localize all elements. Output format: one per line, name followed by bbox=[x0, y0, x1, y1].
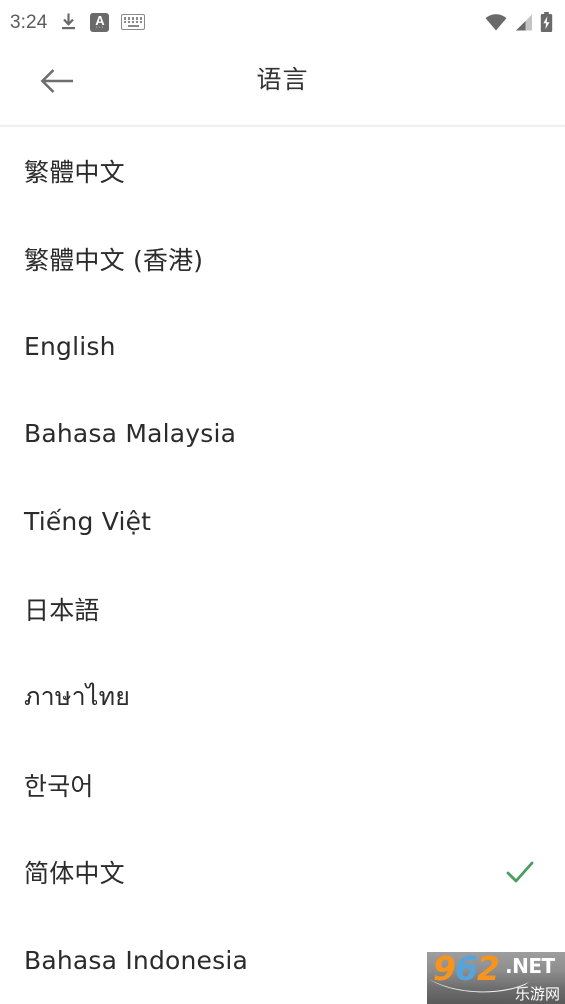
keyboard-row bbox=[124, 17, 143, 20]
list-item-label: ภาษาไทย bbox=[24, 681, 131, 711]
list-item-label: 简体中文 bbox=[24, 859, 125, 889]
keyboard-row bbox=[124, 20, 143, 24]
list-item[interactable]: Bahasa Indonesia bbox=[0, 916, 565, 1004]
phone-screen: 3:24 A ··· 语言 繁體中文 繁體中文 (香港) English Bah… bbox=[0, 0, 565, 1004]
list-item[interactable]: 日本語 bbox=[0, 565, 565, 653]
list-item-label: Tiếng Việt bbox=[24, 507, 152, 537]
list-item[interactable]: Tiếng Việt bbox=[0, 478, 565, 566]
list-item-label: Bahasa Indonesia bbox=[24, 945, 249, 975]
ime-a-icon: A ··· bbox=[90, 12, 110, 32]
keyboard-spacebar bbox=[127, 24, 139, 27]
download-icon bbox=[62, 13, 76, 30]
status-bar-clock: 3:24 bbox=[10, 11, 48, 33]
list-item-label: 繁體中文 bbox=[24, 157, 125, 187]
list-item-label: 한국어 bbox=[24, 771, 94, 801]
language-list[interactable]: 繁體中文 繁體中文 (香港) English Bahasa Malaysia T bbox=[0, 127, 565, 1004]
list-item[interactable]: 한국어 bbox=[0, 741, 565, 829]
list-item-label: 日本語 bbox=[24, 596, 100, 626]
list-item-label: English bbox=[24, 331, 116, 361]
wifi-icon bbox=[485, 13, 507, 31]
keyboard-icon bbox=[121, 14, 146, 30]
status-bar: 3:24 A ··· bbox=[0, 0, 565, 44]
list-item[interactable]: Bahasa Malaysia bbox=[0, 390, 565, 478]
list-item-label: 繁體中文 (香港) bbox=[24, 245, 204, 275]
status-bar-left: 3:24 A ··· bbox=[10, 12, 485, 32]
list-item[interactable]: 繁體中文 bbox=[0, 127, 565, 215]
page-title: 语言 bbox=[256, 65, 309, 94]
list-item-label: Bahasa Malaysia bbox=[24, 419, 237, 449]
list-item[interactable]: English bbox=[0, 302, 565, 390]
ime-dots: ··· bbox=[95, 23, 105, 31]
cellular-signal-icon bbox=[516, 14, 532, 30]
status-bar-right bbox=[485, 12, 553, 32]
list-item[interactable]: 繁體中文 (香港) bbox=[0, 215, 565, 303]
check-icon bbox=[506, 861, 534, 883]
battery-charging-icon bbox=[540, 12, 553, 32]
list-item-selected[interactable]: 简体中文 bbox=[0, 829, 565, 917]
list-item[interactable]: ภาษาไทย bbox=[0, 653, 565, 741]
